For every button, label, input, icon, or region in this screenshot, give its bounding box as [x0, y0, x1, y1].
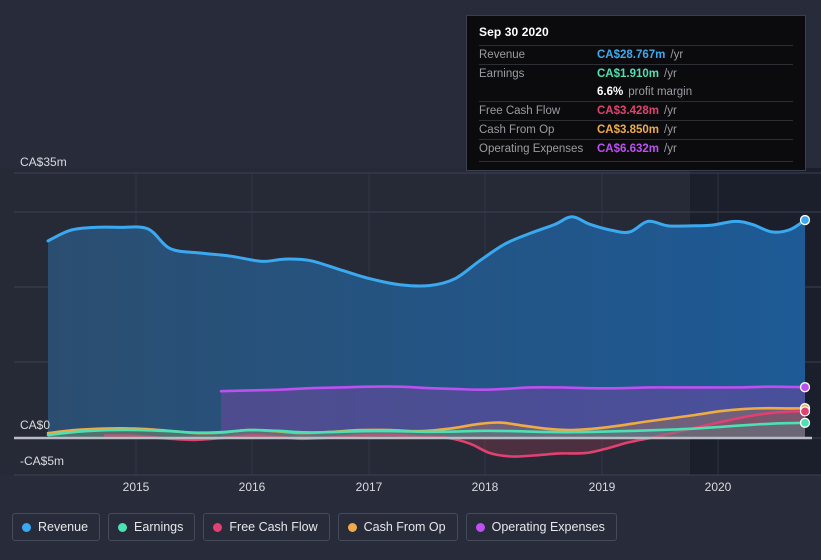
legend-color-dot-icon: [213, 522, 223, 532]
legend-color-dot-icon: [475, 522, 485, 532]
series-endpoint-operating-expenses: [799, 382, 811, 393]
tooltip-row: Earnings CA$1.910m/yr: [479, 64, 793, 83]
chart-widget: CA$35m CA$0 -CA$5m 2015 2016 2017 2018 2019 2…: [0, 0, 821, 560]
legend-color-dot-icon: [347, 522, 357, 532]
tooltip-row-label: Earnings: [479, 68, 525, 80]
x-axis-tick-2017: 2017: [355, 480, 383, 494]
tooltip-row-unit: /yr: [664, 68, 677, 80]
tooltip-row-value: CA$6.632m: [597, 143, 660, 155]
tooltip-row-unit: /yr: [664, 105, 677, 117]
tooltip-row: Operating Expenses CA$6.632m/yr: [479, 139, 793, 158]
tooltip-row-label: Revenue: [479, 49, 526, 61]
tooltip-row-value: 6.6%: [597, 86, 624, 98]
x-axis-tick-2016: 2016: [238, 480, 266, 494]
tooltip-row: 6.6% profit margin: [479, 83, 793, 101]
tooltip-row: Free Cash Flow CA$3.428m/yr: [479, 101, 793, 120]
legend-item-operating-expenses[interactable]: Operating Expenses: [465, 513, 617, 541]
tooltip-row-value: CA$3.850m: [597, 124, 660, 136]
tooltip-date: Sep 30 2020: [479, 25, 549, 39]
legend-item-label: Revenue: [38, 520, 89, 534]
y-axis-label-negative: -CA$5m: [20, 454, 65, 468]
tooltip-row-unit: profit margin: [628, 86, 693, 98]
legend-item-label: Free Cash Flow: [229, 520, 318, 534]
legend-item-free-cash-flow[interactable]: Free Cash Flow: [203, 513, 330, 541]
tooltip-row-value: CA$1.910m: [597, 68, 660, 80]
tooltip-row-label: Cash From Op: [479, 124, 555, 136]
x-axis-tick-2015: 2015: [122, 480, 150, 494]
series-endpoint-free-cash-flow: [799, 406, 811, 417]
tooltip-row-unit: /yr: [670, 49, 684, 61]
tooltip-footer-rule: [479, 161, 793, 162]
legend-color-dot-icon: [118, 522, 128, 532]
series-endpoint-revenue: [799, 214, 811, 226]
legend-item-revenue[interactable]: Revenue: [12, 513, 101, 541]
tooltip-rows: Revenue CA$28.767m/yr Earnings CA$1.910m/yr…: [479, 45, 793, 158]
legend-item-earnings[interactable]: Earnings: [108, 513, 196, 541]
legend-item-label: Cash From Op: [363, 520, 446, 534]
legend-item-cash-from-op[interactable]: Cash From Op: [337, 513, 458, 541]
tooltip-row-value: CA$28.767m: [597, 49, 666, 61]
tooltip-row-label: Free Cash Flow: [479, 105, 561, 117]
legend-color-dot-icon: [22, 522, 31, 532]
legend-item-label: Earnings: [134, 520, 184, 534]
data-tooltip: Sep 30 2020 Revenue CA$28.767m/yr Earnings…: [466, 15, 806, 171]
y-axis-label-zero: CA$0: [20, 418, 51, 432]
y-axis-label-top: CA$35m: [20, 155, 67, 169]
tooltip-row-unit: /yr: [664, 124, 677, 136]
legend-item-label: Operating Expenses: [491, 520, 605, 534]
tooltip-row-label: Operating Expenses: [479, 143, 584, 155]
x-axis-tick-2019: 2019: [588, 480, 616, 494]
tooltip-row-value: CA$3.428m: [597, 105, 660, 117]
x-axis-tick-2018: 2018: [471, 480, 499, 494]
series-endpoint-earnings: [799, 417, 811, 428]
tooltip-row-unit: /yr: [664, 143, 677, 155]
chart-legend: Revenue Earnings Free Cash Flow Cash From O…: [12, 513, 617, 541]
tooltip-row: Cash From Op CA$3.850m/yr: [479, 120, 793, 139]
x-axis-tick-2020: 2020: [704, 480, 732, 494]
tooltip-row: Revenue CA$28.767m/yr: [479, 45, 793, 64]
